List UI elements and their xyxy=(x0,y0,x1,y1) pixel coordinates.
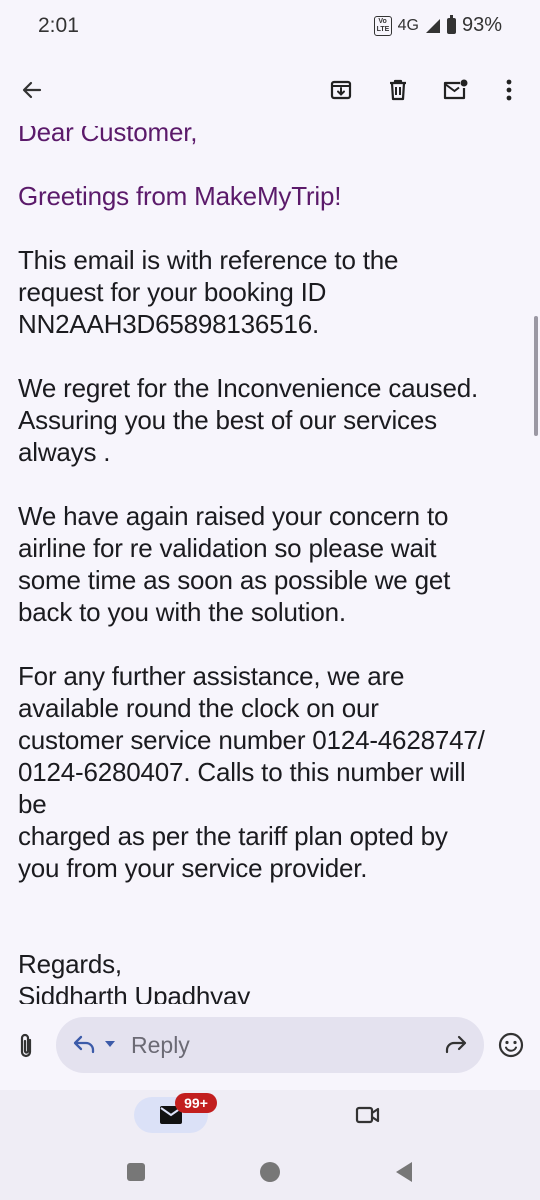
status-indicators: Vo LTE 4G 93% xyxy=(373,14,502,37)
archive-button[interactable] xyxy=(323,72,359,108)
paragraph-line: back to you with the solution. xyxy=(18,597,346,627)
paragraph-line: request for your booking ID xyxy=(18,277,327,307)
phone-numbers-line: 0124-6280407. Calls to this number will xyxy=(18,757,466,787)
scrollbar[interactable] xyxy=(534,316,538,436)
network-type: 4G xyxy=(397,16,419,34)
reply-icon xyxy=(73,1035,95,1054)
bottom-navigation: 99+ xyxy=(0,1090,540,1148)
status-bar: 2:01 Vo LTE 4G 93% xyxy=(0,0,540,54)
paragraph-line: be xyxy=(18,789,47,819)
archive-icon xyxy=(330,80,352,100)
attach-button[interactable] xyxy=(14,1032,38,1065)
paperclip-icon xyxy=(20,1033,32,1058)
more-vertical-icon xyxy=(506,79,512,101)
video-icon xyxy=(355,1106,380,1124)
trash-icon xyxy=(390,79,406,101)
back-button[interactable] xyxy=(14,72,50,108)
email-content: Dear Customer, Greetings from MakeMyTrip… xyxy=(18,126,528,1004)
paragraph-line: For any further assistance, we are xyxy=(18,661,405,691)
greeting: Greetings from MakeMyTrip! xyxy=(18,181,342,211)
paragraph-line: Assuring you the best of our services xyxy=(18,405,437,435)
paragraph-line: available round the clock on our xyxy=(18,693,379,723)
arrow-back-icon xyxy=(22,81,42,99)
more-options-button[interactable] xyxy=(491,72,527,108)
signal-icon xyxy=(425,18,440,33)
delete-button[interactable] xyxy=(380,72,416,108)
reply-bar: Reply xyxy=(0,1004,540,1090)
emoji-button[interactable] xyxy=(498,1032,524,1063)
back-nav-button[interactable] xyxy=(395,1161,413,1188)
mark-unread-button[interactable] xyxy=(437,72,473,108)
volte-icon: Vo LTE xyxy=(373,15,392,36)
battery-icon xyxy=(446,14,456,34)
paragraph-line: some time as soon as possible we get xyxy=(18,565,451,595)
paragraph-line: We regret for the Inconvenience caused. xyxy=(18,373,478,403)
forward-icon xyxy=(445,1035,467,1054)
sender-name: Siddharth Upadhyay xyxy=(18,981,250,1004)
recents-button[interactable] xyxy=(127,1163,145,1181)
paragraph-line: airline for re validation so please wait xyxy=(18,533,437,563)
system-navigation xyxy=(0,1148,540,1200)
home-button[interactable] xyxy=(260,1162,280,1182)
triangle-back-icon xyxy=(396,1162,412,1182)
email-toolbar xyxy=(0,54,540,126)
paragraph-line: you from your service provider. xyxy=(18,853,368,883)
reply-label: Reply xyxy=(131,1032,190,1058)
paragraph-line: We have again raised your concern to xyxy=(18,501,449,531)
emoji-icon xyxy=(498,1032,524,1058)
email-body: Dear Customer, Greetings from MakeMyTrip… xyxy=(0,126,540,1004)
battery-percent: 93% xyxy=(461,14,502,36)
paragraph-line: This email is with reference to the xyxy=(18,245,399,275)
mark-unread-icon xyxy=(443,79,468,100)
phone-numbers-line: customer service number 0124-4628747/ xyxy=(18,725,485,755)
nav-meet[interactable] xyxy=(355,1105,381,1130)
reply-mode-dropdown[interactable] xyxy=(72,1033,115,1060)
caret-down-icon xyxy=(105,1041,115,1047)
paragraph-line: charged as per the tariff plan opted by xyxy=(18,821,448,851)
reply-field[interactable]: Reply xyxy=(56,1017,484,1073)
unread-badge: 99+ xyxy=(175,1093,217,1113)
salutation: Dear Customer, xyxy=(18,126,198,147)
status-time: 2:01 xyxy=(38,14,79,37)
signoff: Regards, xyxy=(18,949,122,979)
forward-button[interactable] xyxy=(444,1034,468,1059)
booking-id: NN2AAH3D65898136516. xyxy=(18,309,319,339)
paragraph-line: always . xyxy=(18,437,111,467)
